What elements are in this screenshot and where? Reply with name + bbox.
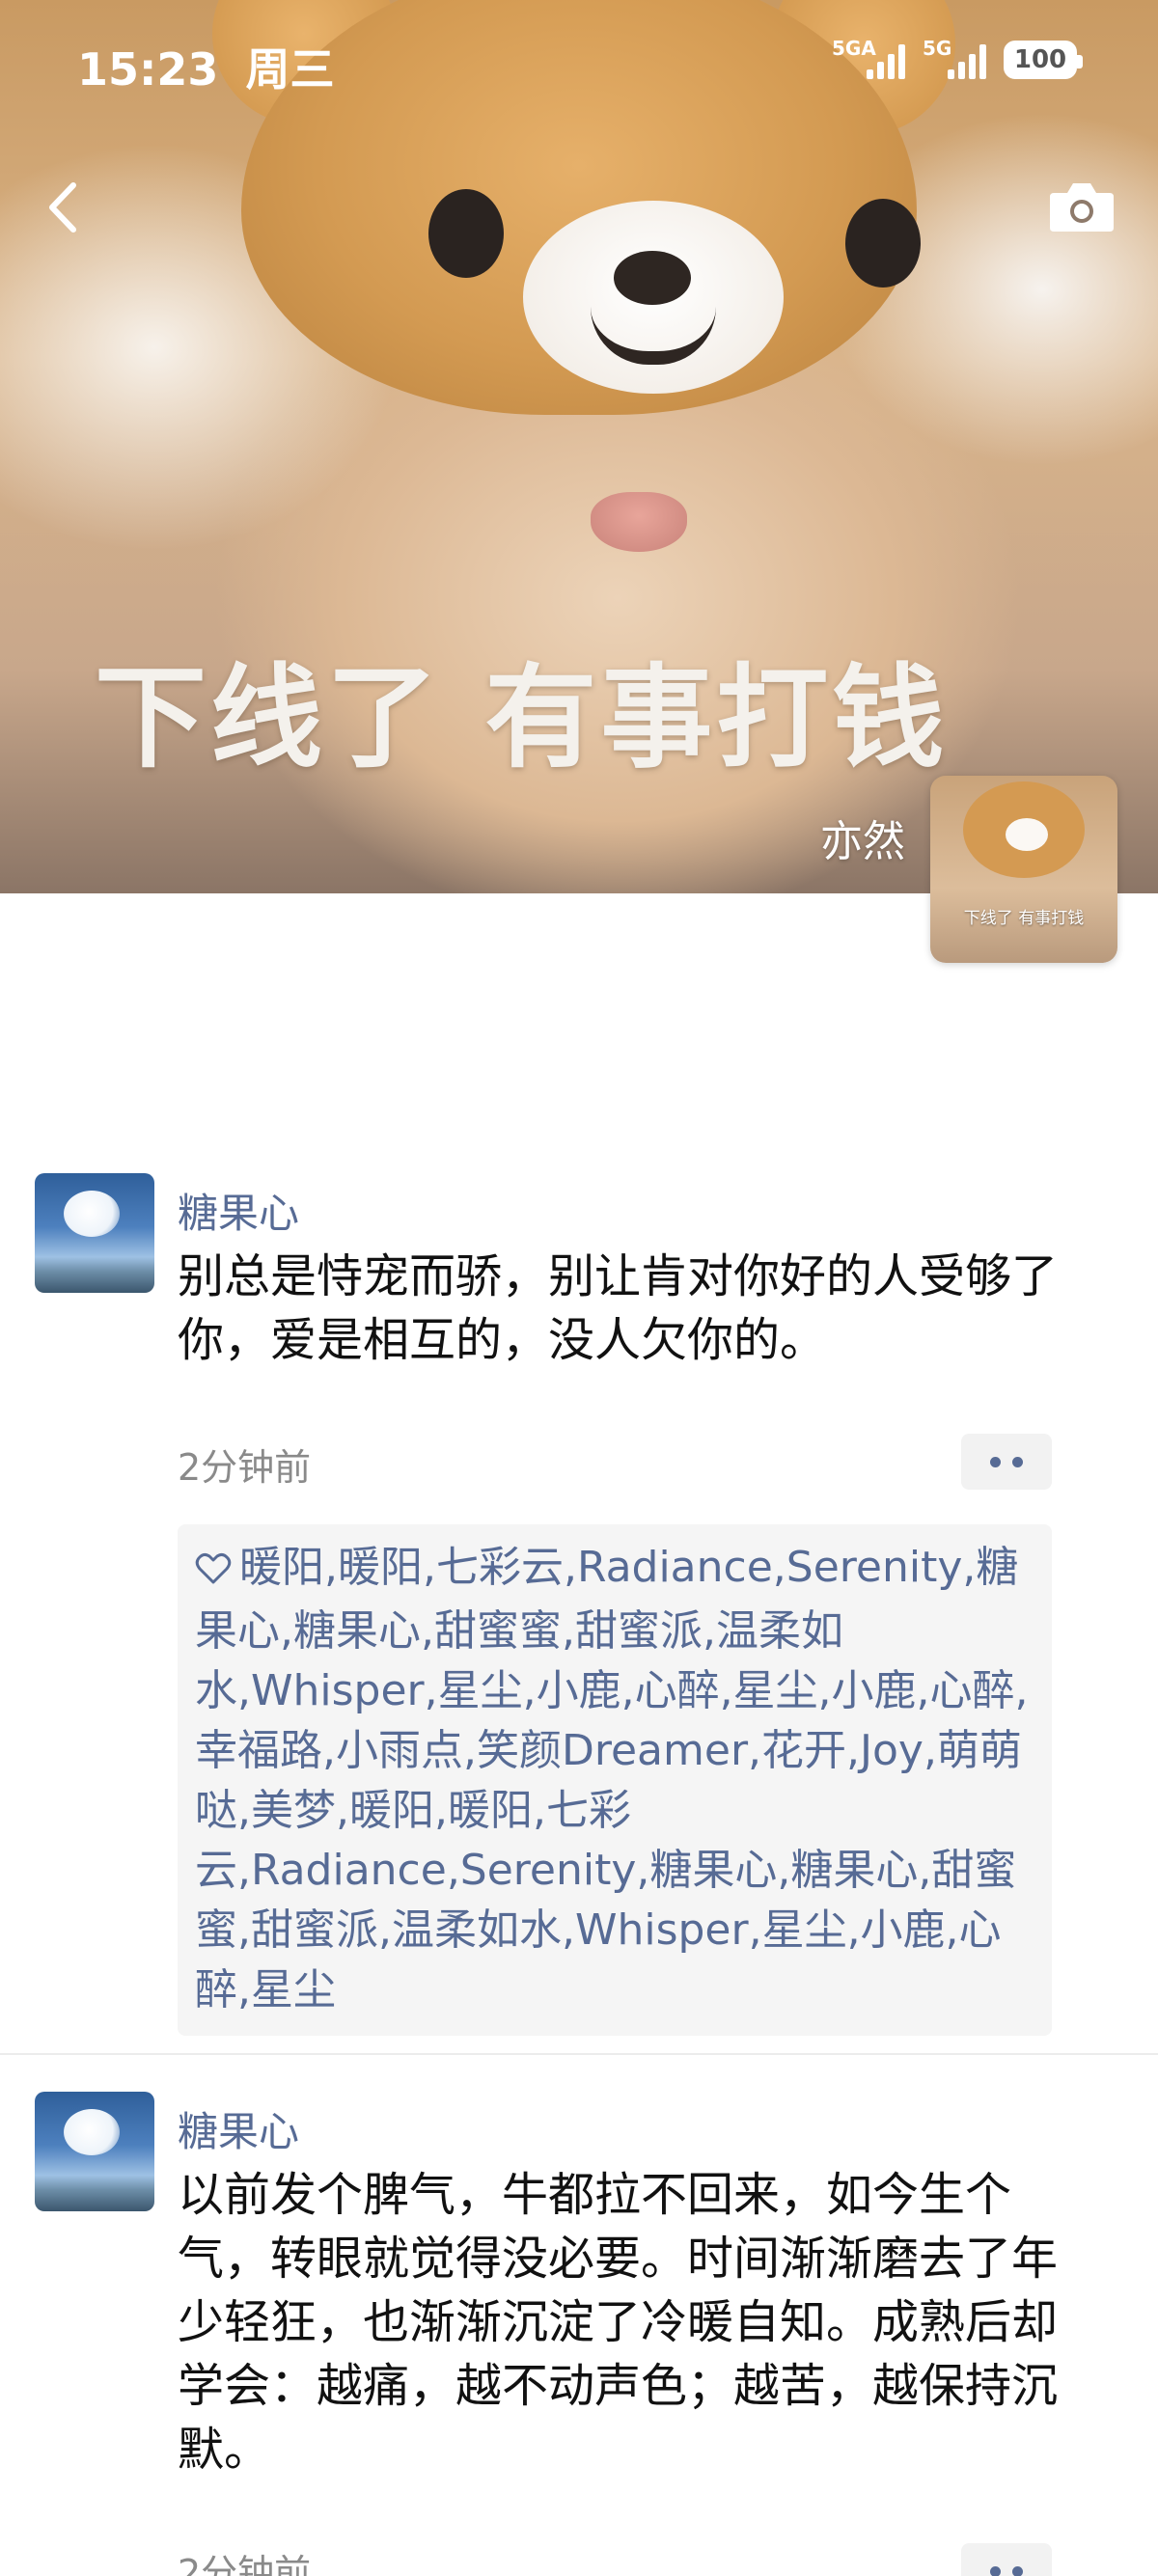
battery-level: 100 [1013, 45, 1067, 74]
bear-eye-right [845, 199, 921, 288]
profile-nickname[interactable]: 亦然 [820, 807, 905, 868]
status-time: 15:23 周三 [77, 35, 334, 98]
profile-avatar[interactable]: 下线了 有事打钱 [930, 776, 1117, 963]
bear-eye-left [428, 189, 504, 278]
post-time: 2分钟前 [178, 2552, 312, 2576]
status-bar: 15:23 周三 5GA 5G 100 [0, 35, 1158, 96]
clock: 15:23 [77, 43, 219, 96]
heart-icon [195, 1542, 235, 1602]
post-author[interactable]: 糖果心 [178, 1181, 299, 1240]
cat-nose [591, 492, 687, 552]
back-button[interactable] [39, 174, 96, 241]
cover-photo[interactable]: 下线了 有事打钱 [0, 0, 1158, 893]
status-icons: 5GA 5G 100 [832, 37, 1083, 79]
cover-caption: 下线了 有事打钱 [95, 653, 949, 783]
camera-button[interactable] [1048, 179, 1116, 233]
likes-list: 暖阳,暖阳,七彩云,Radiance,Serenity,糖果心,糖果心,甜蜜蜜,… [178, 1524, 1052, 2036]
dot-icon [990, 1456, 1001, 1467]
cloud-shape [64, 2109, 120, 2155]
post-time: 2分钟前 [178, 1446, 312, 1489]
likes-names[interactable]: 暖阳,暖阳,七彩云,Radiance,Serenity,糖果心,糖果心,甜蜜蜜,… [195, 1543, 1029, 2014]
post-more-button[interactable] [961, 2543, 1052, 2576]
dot-icon [990, 2565, 1001, 2576]
cloud-shape [64, 1191, 120, 1237]
signal-5ga-icon: 5GA [832, 37, 905, 79]
post-more-button[interactable] [961, 1434, 1052, 1490]
chevron-left-icon [49, 182, 76, 233]
mini-bear-muzzle [1006, 818, 1048, 851]
post-avatar[interactable] [35, 1173, 154, 1293]
post-divider [0, 2053, 1158, 2055]
post-text: 别总是恃宠而骄，别让肯对你好的人受够了你，爱是相互的，没人欠你的。 [178, 1249, 1059, 1367]
bear-nose [614, 251, 691, 305]
avatar-caption: 下线了 有事打钱 [963, 909, 1085, 928]
post-author[interactable]: 糖果心 [178, 2099, 299, 2158]
dot-icon [1012, 1456, 1023, 1467]
camera-icon [1050, 183, 1114, 232]
dot-icon [1012, 2565, 1023, 2576]
post-avatar[interactable] [35, 2092, 154, 2211]
signal-5g-icon: 5G [923, 37, 986, 79]
post-text: 以前发个脾气，牛都拉不回来，如今生个气，转眼就觉得没必要。时间渐渐磨去了年少轻狂… [178, 2168, 1059, 2477]
battery-icon: 100 [1004, 41, 1083, 79]
weekday: 周三 [245, 43, 335, 96]
